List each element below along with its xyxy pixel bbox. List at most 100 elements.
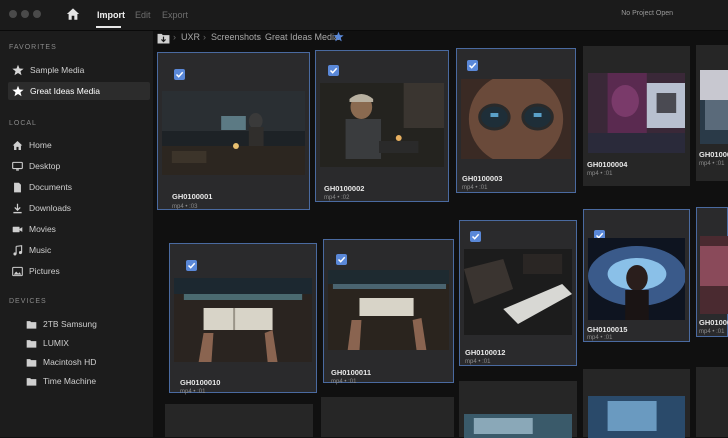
media-card-row3-3[interactable] (459, 381, 577, 438)
sidebar-item-label: Great Ideas Media (30, 86, 100, 96)
sidebar-item-2tb-samsung[interactable]: 2TB Samsung (22, 315, 150, 333)
home-icon[interactable] (66, 7, 80, 21)
media-card-gh0100011[interactable]: GH0100011 mp4 • :01 (323, 239, 454, 385)
sidebar-item-movies[interactable]: Movies (8, 220, 150, 238)
folder-icon (26, 339, 37, 348)
media-card-row3-5[interactable] (696, 367, 728, 437)
select-checkbox[interactable] (328, 65, 339, 76)
media-card-gh0100012[interactable]: GH0100012 mp4 • :01 (459, 220, 577, 366)
media-name: GH0100010 (180, 378, 221, 387)
checkmark-icon (337, 256, 346, 263)
media-card-row3-2[interactable] (321, 397, 454, 437)
sidebar-item-label: Sample Media (30, 65, 85, 75)
sidebar-item-label: Movies (29, 224, 56, 234)
sidebar-item-lumix[interactable]: LUMIX (22, 334, 150, 352)
devices-header: DEVICES (9, 298, 47, 305)
checkmark-icon (175, 71, 184, 78)
folder-icon (26, 377, 37, 386)
media-card-gh0100005[interactable]: GH0100005 mp4 • :01 (696, 45, 728, 181)
document-icon (14, 182, 21, 192)
sidebar-item-time-machine[interactable]: Time Machine (22, 372, 150, 390)
media-card-gh0100010[interactable]: GH0100010 mp4 • :01 (169, 243, 317, 395)
media-meta: mp4 • :01 (331, 379, 357, 385)
breadcrumb-separator: › (173, 32, 176, 42)
sidebar-item-music[interactable]: Music (8, 241, 150, 259)
select-checkbox[interactable] (186, 260, 197, 271)
sidebar-item-label: Home (29, 140, 52, 150)
sidebar-item-label: 2TB Samsung (43, 319, 97, 329)
media-card-gh0100016[interactable]: GH0100016 mp4 • :01 (696, 207, 728, 337)
media-card-gh0100002[interactable]: GH0100002 mp4 • :02 (315, 50, 449, 202)
breadcrumb-separator: › (257, 32, 260, 42)
folder-icon (26, 358, 37, 367)
star-icon (12, 64, 24, 76)
breadcrumb-separator: › (203, 32, 206, 42)
media-name: GH0100004 (587, 160, 628, 169)
media-meta: mp4 • :02 (324, 195, 350, 201)
select-checkbox[interactable] (336, 254, 347, 265)
media-name: GH0100015 (587, 325, 628, 334)
sidebar-item-home[interactable]: Home (8, 136, 150, 154)
sidebar-item-pictures[interactable]: Pictures (8, 262, 150, 280)
media-card-row3-4[interactable] (583, 369, 690, 438)
project-status: No Project Open (621, 10, 673, 17)
video-thumbnail (588, 238, 685, 320)
media-name: GH0100002 (324, 184, 365, 193)
sidebar-item-downloads[interactable]: Downloads (8, 199, 150, 217)
tab-import[interactable]: Import (97, 10, 125, 20)
media-card-gh0100015[interactable]: GH0100015 mp4 • :01 (583, 209, 690, 342)
breadcrumb-uxr[interactable]: UXR (181, 32, 200, 42)
favorite-star-icon[interactable] (333, 31, 344, 42)
video-thumbnail (461, 79, 571, 159)
favorites-header: FAVORITES (9, 44, 57, 51)
zoom-window-button[interactable] (33, 10, 41, 18)
media-name: GH0100005 (699, 150, 728, 159)
sidebar-item-documents[interactable]: Documents (8, 178, 150, 196)
sidebar: FAVORITES Sample Media Great Ideas Media… (0, 31, 153, 437)
minimize-window-button[interactable] (21, 10, 29, 18)
local-header: LOCAL (9, 120, 37, 127)
home-icon (12, 140, 23, 150)
video-thumbnail (174, 278, 312, 362)
sidebar-item-label: Downloads (29, 203, 72, 213)
download-icon (13, 203, 22, 213)
sidebar-item-great-ideas-media[interactable]: Great Ideas Media (8, 82, 150, 100)
video-thumbnail (464, 249, 572, 335)
select-checkbox[interactable] (470, 231, 481, 242)
close-window-button[interactable] (9, 10, 17, 18)
sidebar-item-label: Desktop (29, 161, 61, 171)
sidebar-item-desktop[interactable]: Desktop (8, 157, 150, 175)
video-thumbnail (162, 91, 305, 175)
media-card-gh0100004[interactable]: GH0100004 mp4 • :01 (583, 46, 690, 186)
picture-icon (12, 266, 23, 276)
media-meta: mp4 • :03 (172, 204, 198, 210)
media-card-gh0100003[interactable]: GH0100003 mp4 • :01 (456, 48, 576, 193)
media-meta: mp4 • :01 (180, 389, 206, 395)
monitor-icon (12, 161, 23, 171)
title-bar: Import Edit Export No Project Open (0, 0, 728, 31)
folder-download-icon[interactable] (157, 33, 170, 44)
video-thumbnail (328, 270, 449, 350)
media-card-row3-1[interactable] (165, 404, 313, 437)
star-icon (12, 85, 24, 97)
tab-export[interactable]: Export (162, 10, 188, 20)
media-name: GH0100011 (331, 368, 372, 377)
music-note-icon (13, 244, 23, 255)
sidebar-item-macintosh-hd[interactable]: Macintosh HD (22, 353, 150, 371)
media-meta: mp4 • :01 (699, 161, 725, 167)
breadcrumb-great-ideas-media[interactable]: Great Ideas Media (265, 32, 339, 42)
media-name: GH0100003 (462, 174, 503, 183)
video-thumbnail (588, 73, 685, 153)
media-name: GH0100001 (172, 192, 213, 201)
sidebar-item-sample-media[interactable]: Sample Media (8, 61, 150, 79)
tab-edit[interactable]: Edit (135, 10, 151, 20)
breadcrumb: › UXR › Screenshots › Great Ideas Media (153, 31, 728, 47)
sidebar-item-label: Pictures (29, 266, 60, 276)
media-card-gh0100001[interactable]: GH0100001 mp4 • :03 (157, 52, 310, 210)
breadcrumb-screenshots[interactable]: Screenshots (211, 32, 261, 42)
checkmark-icon (468, 62, 477, 69)
media-meta: mp4 • :01 (587, 171, 613, 177)
select-checkbox[interactable] (467, 60, 478, 71)
sidebar-item-label: Time Machine (43, 376, 97, 386)
select-checkbox[interactable] (174, 69, 185, 80)
